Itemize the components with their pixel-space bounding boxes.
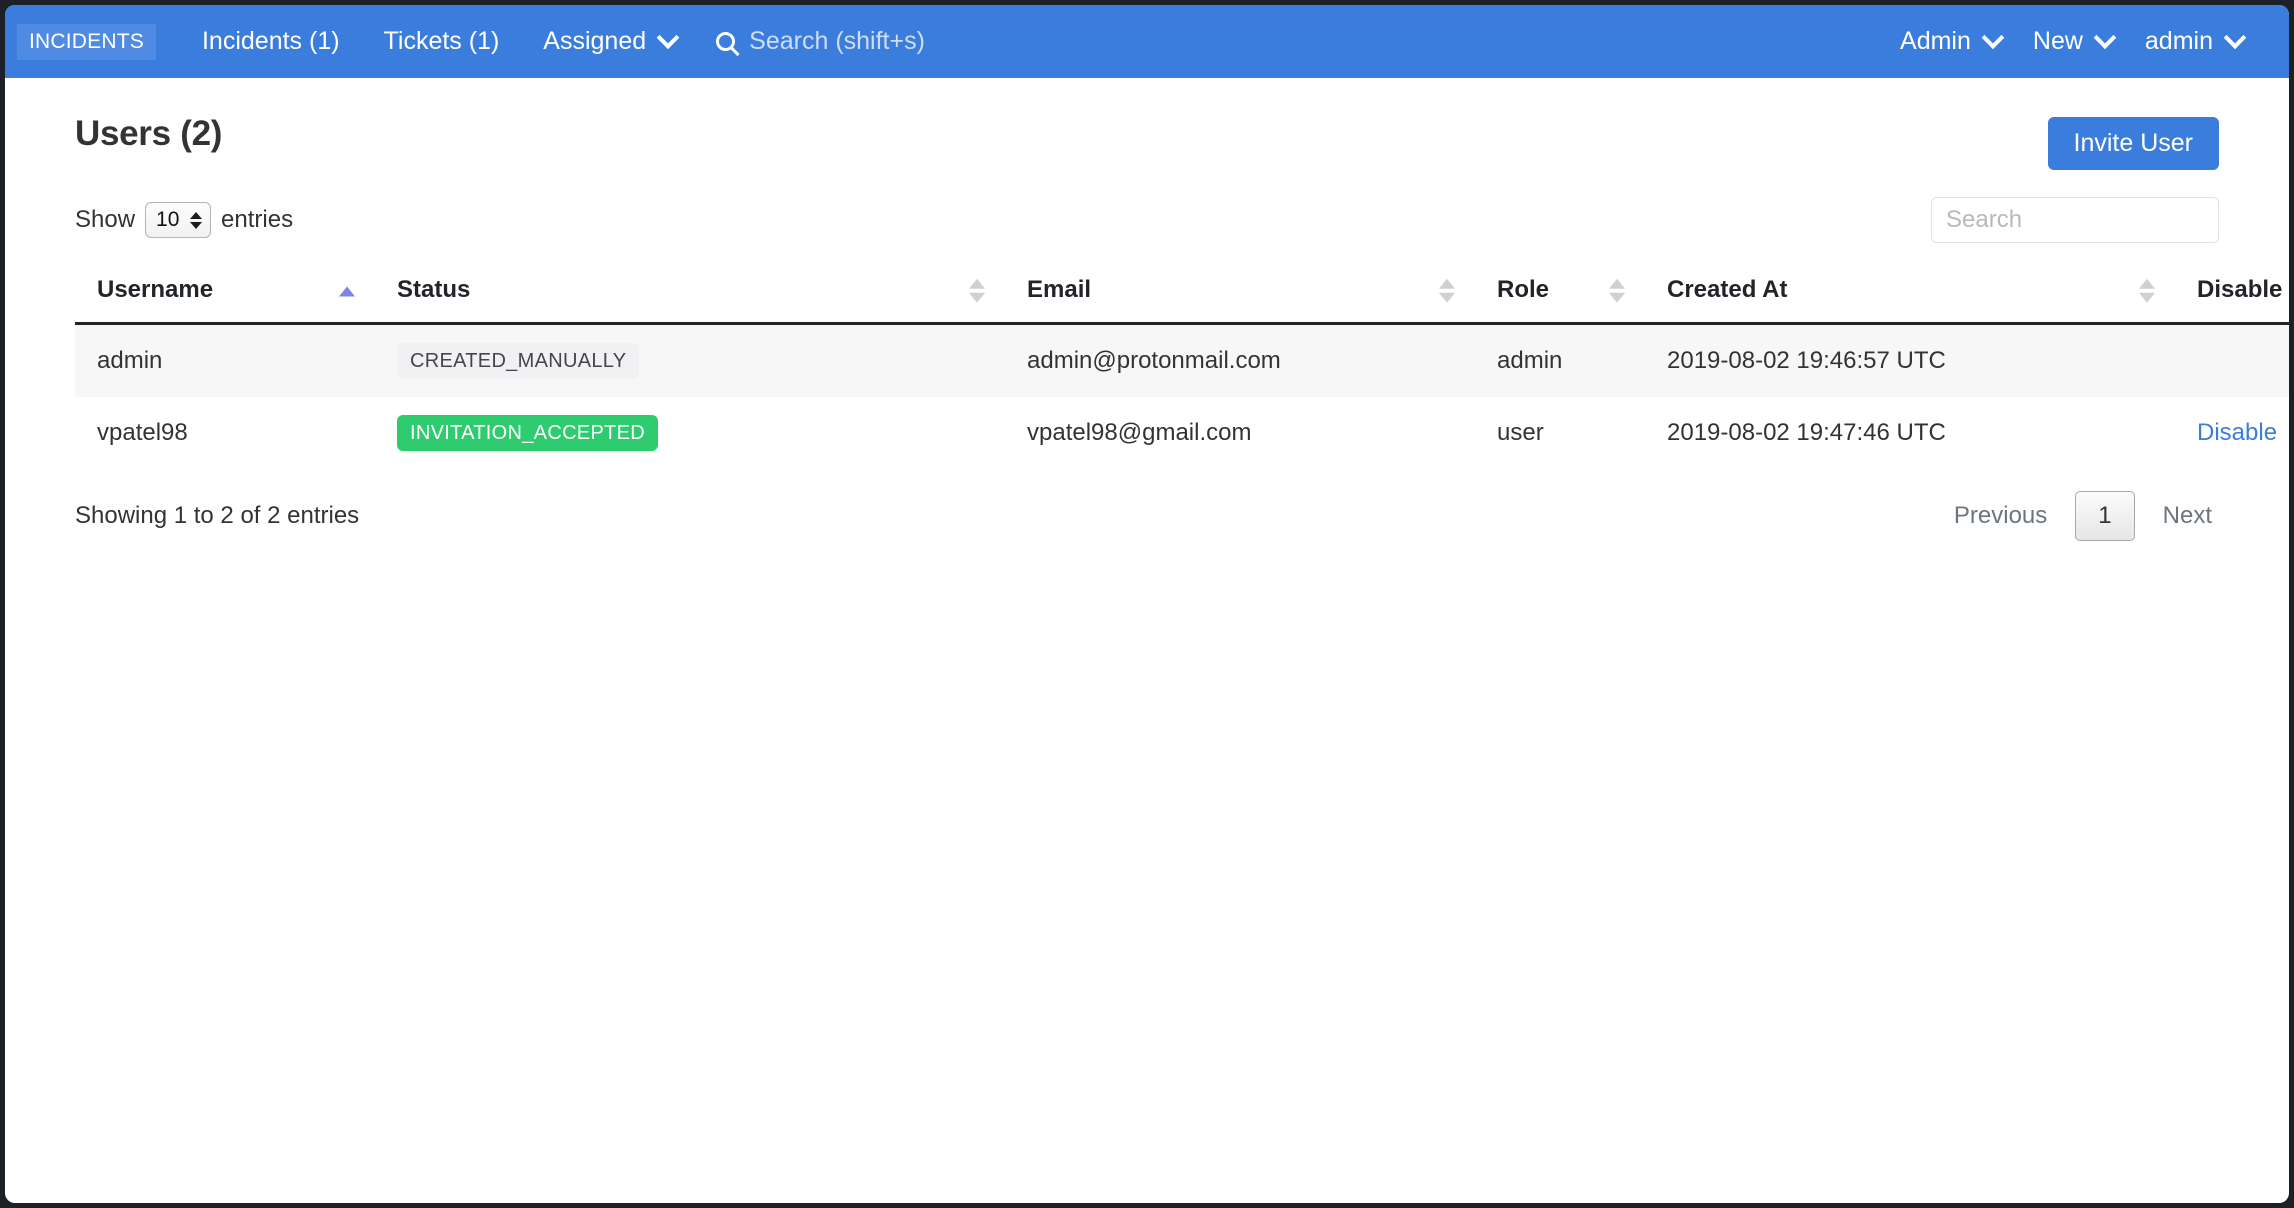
column-header-status[interactable]: Status — [375, 262, 1005, 325]
column-header-username[interactable]: Username — [75, 262, 375, 325]
global-search-placeholder: Search (shift+s) — [749, 27, 925, 55]
page-header: Users (2) Invite User — [75, 114, 2219, 170]
search-input[interactable] — [1931, 197, 2219, 243]
nav-item-user-menu[interactable]: admin — [2129, 25, 2259, 56]
column-header-email[interactable]: Email — [1005, 262, 1475, 325]
nav-item-incidents[interactable]: Incidents (1) — [180, 27, 362, 56]
global-search[interactable]: Search (shift+s) — [716, 27, 925, 56]
disable-user-link[interactable]: Disable — [2197, 419, 2277, 446]
table-footer: Showing 1 to 2 of 2 entries Previous 1 N… — [75, 491, 2230, 541]
column-header-created-at-label: Created At — [1667, 276, 1788, 303]
nav-item-admin-menu[interactable]: Admin — [1884, 25, 2017, 56]
cell-status: INVITATION_ACCEPTED — [375, 397, 1005, 469]
chevron-down-icon — [2093, 25, 2117, 49]
page-title: Users (2) — [75, 114, 223, 153]
nav-right-group: Admin New admin — [1884, 5, 2259, 78]
nav-item-assigned[interactable]: Assigned — [521, 25, 698, 56]
nav-item-user-label: admin — [2144, 27, 2213, 55]
cell-role: admin — [1497, 347, 1563, 374]
table-controls: Show 10 entries — [75, 196, 2219, 244]
table-info: Showing 1 to 2 of 2 entries — [75, 502, 360, 529]
sort-icon — [1609, 278, 1625, 303]
nav-item-tickets[interactable]: Tickets (1) — [362, 27, 522, 56]
cell-role: user — [1497, 419, 1544, 446]
page-length-select[interactable]: 10 — [145, 202, 212, 238]
show-label: Show — [75, 206, 136, 233]
column-header-status-label: Status — [397, 276, 471, 303]
cell-status: CREATED_MANUALLY — [375, 324, 1005, 398]
main-content: Users (2) Invite User Show 10 entries Us… — [5, 78, 2289, 541]
pagination-next[interactable]: Next — [2145, 492, 2230, 540]
users-table: Username Status Email Role Created At Di… — [75, 262, 2289, 469]
brand-logo[interactable]: INCIDENTS — [17, 23, 156, 60]
page-length-control: Show 10 entries — [75, 202, 293, 238]
page-length-value: 10 — [156, 208, 180, 231]
invite-user-button[interactable]: Invite User — [2047, 117, 2219, 170]
column-header-role-label: Role — [1497, 276, 1550, 303]
pagination: Previous 1 Next — [1936, 491, 2230, 541]
pagination-previous[interactable]: Previous — [1936, 492, 2065, 540]
status-badge: CREATED_MANUALLY — [397, 343, 640, 379]
cell-created-at: 2019-08-02 19:47:46 UTC — [1667, 419, 1946, 446]
cell-username: vpatel98 — [97, 419, 188, 446]
column-header-username-label: Username — [97, 276, 214, 303]
top-navigation-bar: INCIDENTS Incidents (1) Tickets (1) Assi… — [5, 5, 2289, 78]
sort-ascending-icon — [339, 286, 355, 297]
column-header-disable-label: Disable — [2197, 276, 2283, 303]
nav-item-new-label: New — [2032, 27, 2083, 55]
table-row[interactable]: admin CREATED_MANUALLY admin@protonmail.… — [75, 323, 2289, 398]
column-header-disable[interactable]: Disable — [2175, 262, 2289, 325]
chevron-down-icon — [2223, 25, 2247, 49]
table-header-row: Username Status Email Role Created At Di… — [75, 262, 2289, 325]
column-header-role[interactable]: Role — [1475, 262, 1645, 325]
pagination-page-1[interactable]: 1 — [2075, 491, 2135, 541]
cell-disable: Disable — [2175, 397, 2289, 469]
sort-icon — [2139, 278, 2155, 303]
cell-disable — [2175, 324, 2289, 398]
sort-icon — [969, 278, 985, 303]
app-window: INCIDENTS Incidents (1) Tickets (1) Assi… — [5, 5, 2289, 1203]
chevron-down-icon — [656, 25, 680, 49]
nav-left-group: INCIDENTS Incidents (1) Tickets (1) Assi… — [17, 23, 925, 60]
table-row[interactable]: vpatel98 INVITATION_ACCEPTED vpatel98@gm… — [75, 397, 2289, 469]
cell-email: vpatel98@gmail.com — [1027, 419, 1252, 446]
search-icon — [716, 32, 736, 51]
chevron-down-icon — [1981, 25, 2005, 49]
nav-item-new-menu[interactable]: New — [2017, 25, 2129, 56]
column-header-created-at[interactable]: Created At — [1645, 262, 2175, 325]
status-badge: INVITATION_ACCEPTED — [397, 415, 658, 451]
nav-item-assigned-label: Assigned — [543, 27, 647, 55]
table-body: admin CREATED_MANUALLY admin@protonmail.… — [75, 323, 2289, 469]
sort-icon — [1439, 278, 1455, 303]
entries-label: entries — [221, 206, 294, 233]
nav-item-admin-label: Admin — [1900, 27, 1971, 55]
stepper-icon — [190, 211, 203, 229]
cell-email: admin@protonmail.com — [1027, 347, 1281, 374]
cell-created-at: 2019-08-02 19:46:57 UTC — [1667, 347, 1946, 374]
cell-username: admin — [97, 347, 163, 374]
table-head: Username Status Email Role Created At Di… — [75, 262, 2289, 325]
column-header-email-label: Email — [1027, 276, 1092, 303]
